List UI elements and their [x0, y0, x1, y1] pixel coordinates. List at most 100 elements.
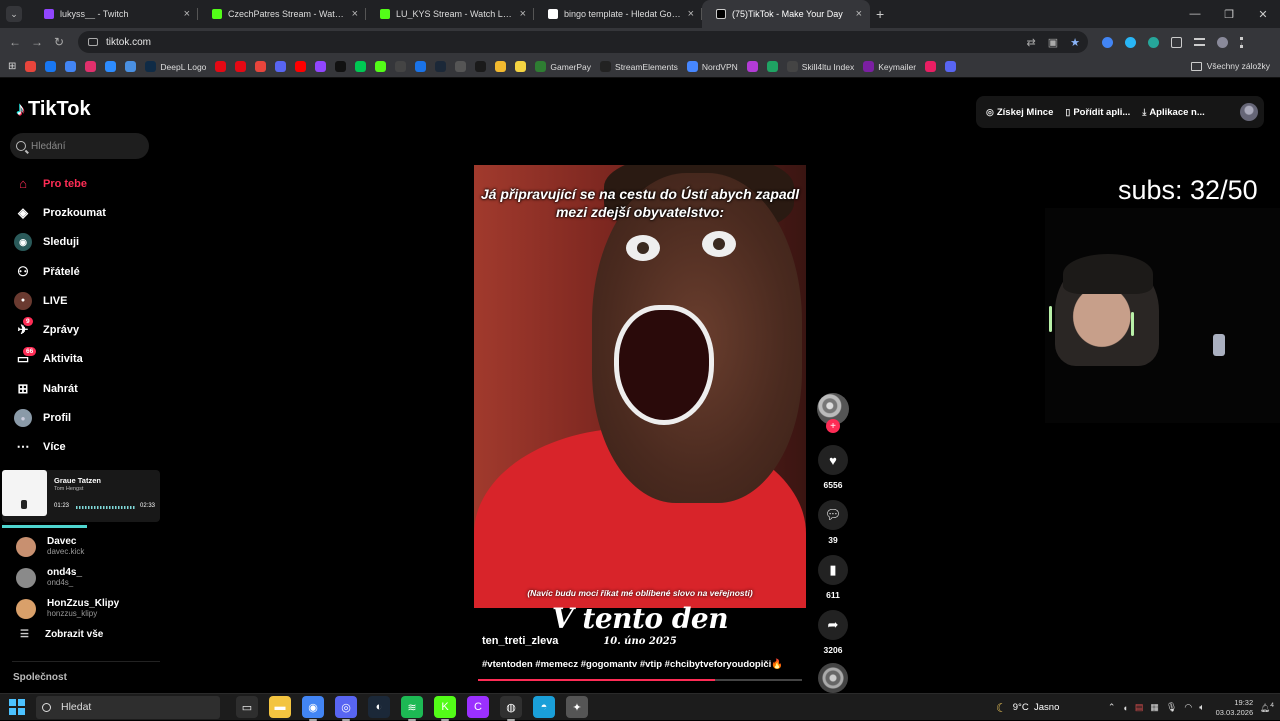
bookmark-item[interactable] — [766, 61, 778, 72]
bookmark-item[interactable] — [515, 61, 527, 72]
sidebar-item-activity[interactable]: ▭ Aktivita 66 — [14, 345, 106, 374]
obs-icon[interactable]: ◍ — [500, 696, 522, 721]
sidebar-item-profile[interactable]: ● Profil — [14, 403, 106, 432]
edge-icon[interactable]: ◓ — [533, 696, 555, 718]
bookmark-item[interactable]: DeepL Logo — [145, 61, 206, 72]
browser-tab[interactable]: lukyss__ - Twitch × — [30, 0, 198, 28]
browser-tab[interactable]: LU_KYS Stream - Watch Live on Kick × — [366, 0, 534, 28]
following-account[interactable]: Davec davec.kick — [16, 531, 119, 562]
forward-button[interactable]: → — [26, 35, 48, 49]
heart-icon[interactable]: ♥ — [818, 445, 848, 475]
bookmark-item[interactable] — [415, 61, 427, 72]
volume-icon[interactable]: 🔈︎ — [1199, 702, 1204, 713]
following-account[interactable]: HonZzus_Klipy honzzus_klipy — [16, 593, 119, 624]
video-author[interactable]: ten_treti_zleva — [482, 635, 558, 647]
profile-avatar-icon[interactable] — [1217, 36, 1228, 48]
windows-start-icon[interactable] — [9, 699, 25, 715]
show-all-button[interactable]: ☰ Zobrazit vše — [20, 629, 103, 640]
tray-app-icon[interactable]: ▦ — [1150, 702, 1159, 713]
spotify-icon[interactable]: ≋ — [401, 696, 423, 721]
bookmark-item[interactable] — [495, 61, 507, 72]
bookmark-item[interactable]: NordVPN — [686, 61, 738, 72]
wifi-icon[interactable]: ◠ — [1184, 702, 1192, 713]
video-hashtags[interactable]: #vtentoden #memecz #gogomantv #vtip #chc… — [482, 659, 783, 670]
weather-widget[interactable]: ☾ 9°C Jasno — [996, 694, 1059, 721]
bookmark-item[interactable]: Keymailer — [863, 61, 916, 72]
browser-tab[interactable]: bingo template - Hledat Googlem × — [534, 0, 702, 28]
chevron-up-icon[interactable]: ⌃ — [1108, 702, 1116, 713]
browser-tab[interactable]: CzechPatres Stream - Watch Live on Kick × — [198, 0, 366, 28]
bookmark-item[interactable] — [925, 61, 937, 72]
file-explorer-icon[interactable]: ▬ — [269, 696, 291, 718]
sidebar-item-following[interactable]: ◉ Sleduji — [14, 228, 106, 257]
close-window-button[interactable]: ✕ — [1246, 0, 1280, 28]
bookmark-item[interactable] — [455, 61, 467, 72]
discord-icon[interactable]: ◎ — [335, 696, 357, 721]
extension-icon[interactable] — [1125, 36, 1136, 48]
bookmark-item[interactable] — [355, 61, 367, 72]
close-tab-icon[interactable]: × — [856, 8, 862, 20]
share-icon[interactable]: ➦ — [818, 610, 848, 640]
back-button[interactable]: ← — [4, 35, 26, 49]
bookmark-item[interactable] — [45, 61, 57, 72]
close-tab-icon[interactable]: × — [688, 8, 694, 20]
sidebar-item-compass[interactable]: ◈ Prozkoumat — [14, 198, 106, 227]
reload-button[interactable]: ↻ — [48, 35, 70, 49]
get-app-button[interactable]: ▯ Pořídit apli... — [1065, 107, 1130, 118]
app-c-icon[interactable]: C — [467, 696, 489, 718]
bookmark-item[interactable] — [215, 61, 227, 72]
sound-disc-icon[interactable] — [818, 663, 848, 693]
clock[interactable]: 19:32 03.03.2026 — [1216, 698, 1254, 718]
mini-player[interactable]: Graue Tatzen Tom Hengst 01:23 02:33 — [2, 470, 160, 528]
site-info-icon[interactable] — [88, 38, 98, 46]
bookmark-item[interactable] — [295, 61, 307, 72]
bookmark-item[interactable] — [375, 61, 387, 72]
bookmark-item[interactable] — [65, 61, 77, 72]
menu-dots-icon[interactable] — [1240, 36, 1243, 48]
sidebar-item-live[interactable]: ● LIVE — [14, 286, 106, 315]
close-tab-icon[interactable]: × — [352, 8, 358, 20]
bookmark-star-icon[interactable]: ★ — [1070, 36, 1080, 49]
tray-app-icon[interactable]: ◖ — [1122, 703, 1127, 713]
tab-search-button[interactable]: ⌄ — [6, 6, 22, 22]
bookmark-item[interactable] — [25, 61, 37, 72]
all-bookmarks-folder[interactable]: Všechny záložky — [1190, 61, 1270, 71]
video-progress-bar[interactable] — [478, 679, 802, 681]
bookmark-item[interactable] — [475, 61, 487, 72]
taskbar-search[interactable]: Hledat — [36, 695, 220, 719]
get-coins-button[interactable]: ◎ Získej Mince — [986, 107, 1053, 118]
cast-icon[interactable]: ▣ — [1048, 36, 1058, 49]
creator-avatar[interactable]: + — [817, 393, 849, 433]
bookmark-item[interactable] — [945, 61, 957, 72]
steam-icon[interactable]: ◐ — [368, 696, 390, 718]
mini-player-cover[interactable] — [2, 470, 47, 516]
kick-icon[interactable]: K — [434, 696, 456, 721]
bookmark-item[interactable] — [395, 61, 407, 72]
bookmark-item[interactable] — [125, 61, 137, 72]
maximize-button[interactable]: ❐ — [1212, 0, 1246, 28]
sidebar-item-home[interactable]: ⌂ Pro tebe — [14, 169, 106, 198]
close-tab-icon[interactable]: × — [520, 8, 526, 20]
following-account[interactable]: ond4s_ ond4s_ — [16, 562, 119, 593]
bookmark-item[interactable] — [746, 61, 758, 72]
bookmark-icon[interactable]: ▮ — [818, 555, 848, 585]
bookmark-item[interactable] — [435, 61, 447, 72]
company-heading[interactable]: Společnost — [13, 672, 67, 683]
bookmark-item[interactable]: GamerPay — [535, 61, 591, 72]
minimize-button[interactable]: — — [1178, 0, 1212, 28]
omnibox[interactable]: tiktok.com ⇄ ▣ ★ — [78, 31, 1088, 53]
close-tab-icon[interactable]: × — [184, 8, 190, 20]
new-tab-button[interactable]: + — [876, 6, 884, 22]
puzzle-icon[interactable] — [1171, 36, 1182, 48]
bookmark-item[interactable] — [85, 61, 97, 72]
extension-icon[interactable] — [1148, 36, 1159, 48]
follow-plus-icon[interactable]: + — [826, 419, 840, 433]
translate-icon[interactable]: ⇄ — [1027, 36, 1036, 49]
notification-bell-icon[interactable]: 🔔︎4 — [1260, 702, 1274, 713]
bookmark-item[interactable] — [235, 61, 247, 72]
chrome-icon[interactable]: ◉ — [302, 696, 324, 721]
bookmark-item[interactable] — [275, 61, 287, 72]
mini-player-progress[interactable] — [2, 525, 88, 528]
search-input[interactable]: Hledání — [10, 133, 149, 159]
sidebar-item-friends[interactable]: ⚇ Přátelé — [14, 257, 106, 286]
